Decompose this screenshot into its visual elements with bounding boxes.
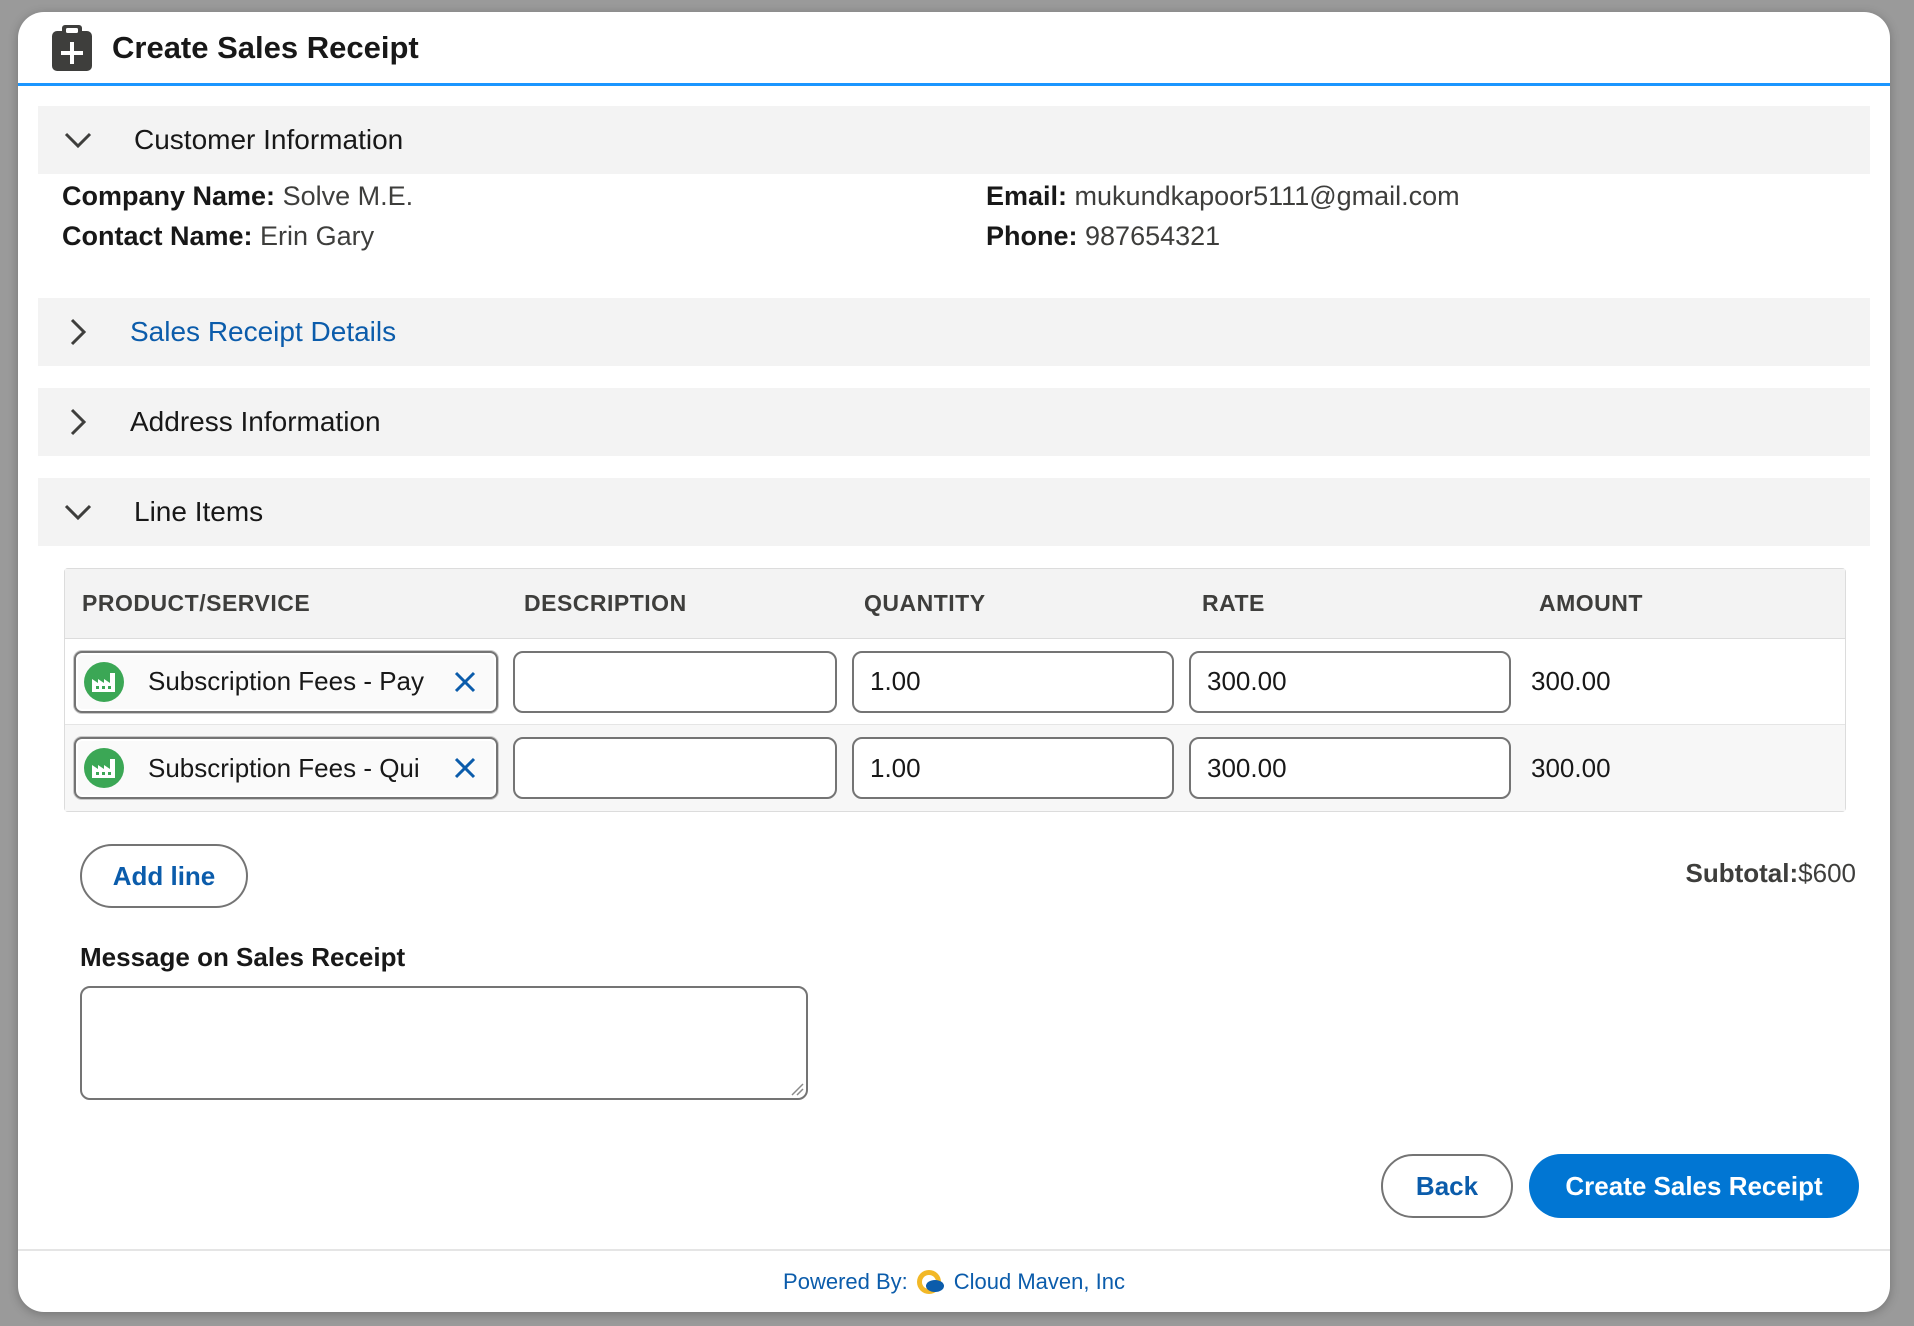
chevron-down-icon: [62, 496, 94, 528]
company-link[interactable]: Cloud Maven, Inc: [954, 1269, 1125, 1295]
product-icon: [84, 748, 124, 788]
subtotal-label: Subtotal:: [1685, 858, 1799, 888]
rate-input[interactable]: 300.00: [1189, 650, 1511, 713]
description-input[interactable]: [513, 650, 837, 713]
table-header: PRODUCT/SERVICE DESCRIPTION QUANTITY RAT…: [65, 569, 1845, 639]
contact-name-label: Contact Name:: [62, 221, 253, 251]
contact-name-value: Erin Gary: [260, 221, 375, 251]
column-header-description: DESCRIPTION: [524, 590, 687, 616]
email-label: Email:: [986, 181, 1068, 211]
section-label: Customer Information: [134, 124, 404, 155]
table-row: Subscription Fees - Pay 1.00 300.00 300.…: [65, 639, 1845, 725]
section-line-items[interactable]: Line Items: [38, 478, 1870, 546]
message-textarea[interactable]: [80, 986, 808, 1100]
rate-input[interactable]: 300.00: [1189, 737, 1511, 799]
product-lookup-pill[interactable]: Subscription Fees - Qui: [74, 737, 498, 799]
close-icon[interactable]: [452, 755, 478, 781]
section-customer-information[interactable]: Customer Information: [38, 106, 1870, 174]
description-input[interactable]: [513, 737, 837, 799]
create-sales-receipt-modal: Create Sales Receipt Customer Informatio…: [18, 12, 1890, 1312]
customer-info: Company Name: Solve M.E. Email: mukundka…: [38, 176, 1870, 256]
amount-value: 300.00: [1531, 752, 1611, 783]
resize-grip-icon[interactable]: [790, 1082, 804, 1096]
column-header-quantity: QUANTITY: [864, 590, 986, 616]
cloud-maven-logo-icon: [916, 1267, 946, 1297]
product-name: Subscription Fees - Qui: [148, 752, 420, 783]
modal-body: Customer Information Company Name: Solve…: [18, 86, 1890, 1144]
section-label: Sales Receipt Details: [130, 316, 397, 347]
company-name-row: Company Name: Solve M.E.: [62, 176, 986, 216]
footer: Powered By: Cloud Maven, Inc: [18, 1249, 1890, 1312]
subtotal-value: $600: [1798, 858, 1856, 888]
product-name: Subscription Fees - Pay: [148, 666, 425, 696]
message-label: Message on Sales Receipt: [80, 942, 406, 972]
phone-label: Phone:: [986, 221, 1078, 251]
section-label: Line Items: [134, 496, 264, 527]
column-header-product: PRODUCT/SERVICE: [82, 590, 311, 616]
contact-name-row: Contact Name: Erin Gary: [62, 216, 986, 256]
clipboard-add-icon: [52, 24, 92, 71]
chevron-right-icon: [62, 316, 94, 348]
column-header-amount: AMOUNT: [1539, 590, 1643, 616]
section-address-information[interactable]: Address Information: [38, 388, 1870, 456]
product-lookup-pill[interactable]: Subscription Fees - Pay: [74, 650, 498, 713]
section-sales-receipt-details[interactable]: Sales Receipt Details: [38, 298, 1870, 366]
quantity-input[interactable]: 1.00: [852, 737, 1174, 799]
line-items-footer: Add line Subtotal:$600 Message on Sales …: [18, 844, 1890, 1144]
table-row: Subscription Fees - Qui 1.00 300.00 300.…: [65, 725, 1845, 811]
powered-by-label: Powered By:: [783, 1268, 908, 1294]
subtotal: Subtotal:$600: [1686, 858, 1857, 889]
modal-header: Create Sales Receipt: [18, 12, 1890, 86]
modal-title: Create Sales Receipt: [112, 29, 419, 65]
column-header-rate: RATE: [1202, 590, 1265, 616]
email-value: mukundkapoor5111@gmail.com: [1074, 181, 1460, 211]
back-button[interactable]: Back: [1381, 1154, 1513, 1218]
company-name-label: Company Name:: [62, 181, 276, 211]
quantity-input[interactable]: 1.00: [852, 650, 1174, 713]
close-icon[interactable]: [452, 669, 478, 695]
line-items-table: PRODUCT/SERVICE DESCRIPTION QUANTITY RAT…: [64, 568, 1846, 812]
phone-value: 987654321: [1085, 221, 1221, 251]
amount-value: 300.00: [1531, 666, 1611, 696]
chevron-right-icon: [62, 406, 94, 438]
create-sales-receipt-button[interactable]: Create Sales Receipt: [1529, 1154, 1859, 1218]
phone-row: Phone: 987654321: [986, 216, 1786, 256]
chevron-down-icon: [62, 124, 94, 156]
email-row: Email: mukundkapoor5111@gmail.com: [986, 176, 1786, 216]
product-icon: [84, 661, 124, 702]
company-name-value: Solve M.E.: [282, 181, 414, 211]
add-line-button[interactable]: Add line: [80, 844, 248, 908]
section-label: Address Information: [130, 406, 381, 437]
